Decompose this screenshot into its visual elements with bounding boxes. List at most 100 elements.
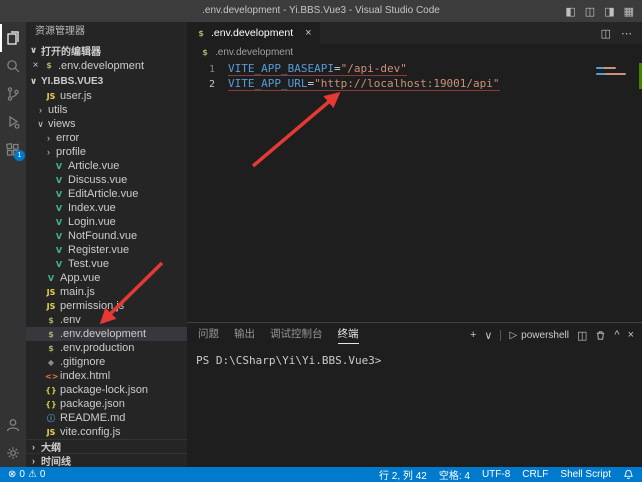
- file-label: .gitignore: [60, 356, 105, 368]
- close-icon[interactable]: ×: [305, 27, 311, 39]
- run-debug-icon[interactable]: [0, 108, 26, 136]
- tree-item-env[interactable]: $.env: [26, 313, 187, 327]
- error-count: 0: [19, 469, 25, 480]
- tree-item-app-vue[interactable]: VApp.vue: [26, 271, 187, 285]
- account-icon[interactable]: [0, 411, 26, 439]
- status-left: ⊗ 0 ⚠ 0: [8, 469, 45, 480]
- file-label: README.md: [60, 412, 125, 424]
- tree-item-gitignore[interactable]: ◆.gitignore: [26, 355, 187, 369]
- tab-env-development[interactable]: $ .env.development ×: [187, 22, 320, 44]
- open-editors-header[interactable]: ∨ 打开的编辑器: [26, 42, 187, 58]
- tree-item-notfound-vue[interactable]: VNotFound.vue: [26, 229, 187, 243]
- tree-item-user-js[interactable]: JSuser.js: [26, 89, 187, 103]
- tree-item-profile[interactable]: ›profile: [26, 145, 187, 159]
- status-eol[interactable]: CRLF: [522, 469, 548, 480]
- tree-item-permission-js[interactable]: JSpermission.js: [26, 299, 187, 313]
- more-actions-icon[interactable]: ⋯: [621, 27, 632, 40]
- tree-item-package-json[interactable]: {}package.json: [26, 397, 187, 411]
- file-label: main.js: [60, 286, 95, 298]
- open-editor-item[interactable]: × $ .env.development: [26, 58, 187, 73]
- chevron-down-icon: ∨: [29, 76, 38, 87]
- layout-toggle-icon[interactable]: ◫: [585, 5, 595, 18]
- layout-toggle-icon[interactable]: ▦: [624, 5, 634, 18]
- sidebar-bottom-sections: › 大纲 › 时间线: [26, 439, 187, 467]
- kill-terminal-icon[interactable]: [595, 330, 606, 341]
- tree-item-editarticle-vue[interactable]: VEditArticle.vue: [26, 187, 187, 201]
- json-file-icon: {}: [45, 400, 57, 409]
- status-indentation[interactable]: 空格: 4: [439, 467, 470, 482]
- extensions-icon[interactable]: 1: [0, 136, 26, 164]
- activity-bar: 1: [0, 22, 26, 467]
- status-encoding[interactable]: UTF-8: [482, 469, 510, 480]
- terminal-content[interactable]: PS D:\CSharp\Yi\Yi.BBS.Vue3>: [187, 347, 642, 374]
- tree-item-main-js[interactable]: JSmain.js: [26, 285, 187, 299]
- tree-item-env-development[interactable]: $.env.development: [26, 327, 187, 341]
- code-text: VITE_APP_BASEAPI="/api-dev": [228, 62, 407, 76]
- close-icon[interactable]: ×: [31, 60, 40, 71]
- vue-file-icon: V: [53, 176, 65, 185]
- status-language-mode[interactable]: Shell Script: [560, 469, 611, 480]
- explorer-icon[interactable]: [0, 24, 26, 52]
- tree-item-discuss-vue[interactable]: VDiscuss.vue: [26, 173, 187, 187]
- tree-item-index-vue[interactable]: VIndex.vue: [26, 201, 187, 215]
- source-control-icon[interactable]: [0, 80, 26, 108]
- tree-item-views[interactable]: ∨views: [26, 117, 187, 131]
- project-header[interactable]: ∨ YI.BBS.VUE3: [26, 73, 187, 89]
- file-label: NotFound.vue: [68, 230, 137, 242]
- js-file-icon: JS: [45, 302, 57, 311]
- tree-item-index-html[interactable]: <>index.html: [26, 369, 187, 383]
- warning-icon: ⚠: [28, 469, 37, 480]
- code-editor[interactable]: 1VITE_APP_BASEAPI="/api-dev"2VITE_APP_UR…: [187, 61, 642, 322]
- outline-header[interactable]: › 大纲: [26, 439, 187, 453]
- tree-item-env-production[interactable]: $.env.production: [26, 341, 187, 355]
- editor-region: $ .env.development × ◫ ⋯ $ .env.developm…: [187, 22, 642, 467]
- file-label: views: [48, 118, 76, 130]
- vue-file-icon: V: [53, 246, 65, 255]
- tree-item-readme-md[interactable]: ⓘREADME.md: [26, 411, 187, 425]
- layout-toggle-icon[interactable]: ◨: [604, 5, 614, 18]
- tree-item-utils[interactable]: ›utils: [26, 103, 187, 117]
- tree-item-test-vue[interactable]: VTest.vue: [26, 257, 187, 271]
- split-terminal-icon[interactable]: ◫: [577, 329, 587, 342]
- file-label: package-lock.json: [60, 384, 148, 396]
- panel-tab-problems[interactable]: 问题: [198, 326, 219, 344]
- chevron-right-icon: ›: [29, 442, 38, 452]
- chevron-right-icon: ›: [29, 456, 38, 466]
- settings-gear-icon[interactable]: [0, 439, 26, 467]
- file-label: Test.vue: [68, 258, 109, 270]
- bell-icon[interactable]: [623, 469, 634, 480]
- minimap[interactable]: [594, 63, 636, 79]
- vue-file-icon: V: [53, 190, 65, 199]
- timeline-header[interactable]: › 时间线: [26, 453, 187, 467]
- tree-item-error[interactable]: ›error: [26, 131, 187, 145]
- shell-selector[interactable]: ▷ powershell: [509, 330, 569, 341]
- tree-item-register-vue[interactable]: VRegister.vue: [26, 243, 187, 257]
- vue-file-icon: V: [53, 162, 65, 171]
- split-editor-icon[interactable]: ◫: [601, 27, 611, 40]
- panel-tab-output[interactable]: 输出: [234, 326, 255, 344]
- file-label: .env.development: [60, 328, 146, 340]
- terminal-dropdown-icon[interactable]: ∨: [484, 329, 492, 342]
- tree-item-login-vue[interactable]: VLogin.vue: [26, 215, 187, 229]
- panel-tab-terminal[interactable]: 终端: [338, 326, 359, 344]
- layout-toggle-icon[interactable]: ◧: [565, 5, 575, 18]
- env-file-icon: $: [45, 316, 57, 325]
- tree-item-article-vue[interactable]: VArticle.vue: [26, 159, 187, 173]
- problems-indicator[interactable]: ⊗ 0 ⚠ 0: [8, 469, 45, 480]
- close-panel-icon[interactable]: ×: [628, 329, 634, 341]
- status-cursor-position[interactable]: 行 2, 列 42: [379, 467, 427, 482]
- file-label: Login.vue: [68, 216, 116, 228]
- new-terminal-icon[interactable]: +: [470, 329, 476, 341]
- maximize-panel-icon[interactable]: ^: [614, 329, 619, 341]
- breadcrumb[interactable]: $ .env.development: [187, 44, 642, 61]
- panel-tab-debug-console[interactable]: 调试控制台: [270, 326, 323, 344]
- layout-controls: ◧ ◫ ◨ ▦: [565, 0, 634, 22]
- code-lines: 1VITE_APP_BASEAPI="/api-dev"2VITE_APP_UR…: [187, 61, 642, 91]
- tree-item-package-lock-json[interactable]: {}package-lock.json: [26, 383, 187, 397]
- vue-file-icon: V: [53, 218, 65, 227]
- search-icon[interactable]: [0, 52, 26, 80]
- tree-item-vite-config-js[interactable]: JSvite.config.js: [26, 425, 187, 439]
- vscode-window: .env.development - Yi.BBS.Vue3 - Visual …: [0, 0, 642, 482]
- js-file-icon: JS: [45, 428, 57, 437]
- chevron-right-icon: ›: [44, 147, 53, 157]
